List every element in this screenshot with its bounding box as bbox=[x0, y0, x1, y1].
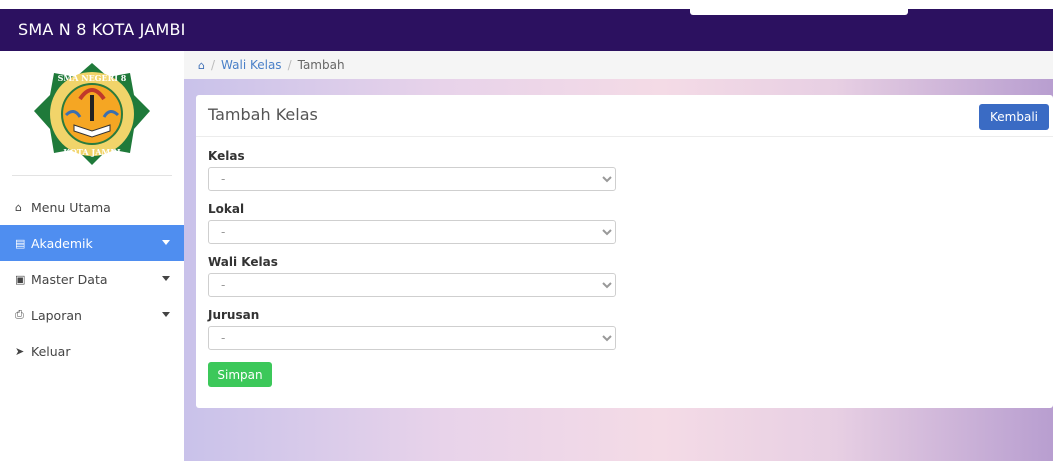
sidebar-menu: ⌂ Menu Utama ▤ Akademik ▣ Master Data ⎙ … bbox=[0, 189, 184, 369]
breadcrumb-separator: / bbox=[210, 58, 216, 72]
form-card: Tambah Kelas Kembali Kelas - Lokal - Wal… bbox=[196, 95, 1053, 408]
logo-bottom-text: KOTA JAMBI bbox=[63, 147, 121, 157]
breadcrumb-link-wali-kelas[interactable]: Wali Kelas bbox=[221, 58, 282, 72]
back-button[interactable]: Kembali bbox=[979, 104, 1049, 130]
wali-kelas-select[interactable]: - bbox=[208, 273, 616, 297]
sidebar-divider bbox=[12, 175, 172, 176]
lokal-label: Lokal bbox=[208, 202, 245, 216]
logo-top-text: SMA NEGERI 8 bbox=[58, 73, 127, 83]
add-class-form: Kelas - Lokal - Wali Kelas - Jurusan - bbox=[208, 149, 616, 361]
sidebar-item-label: Akademik bbox=[31, 235, 93, 251]
school-logo: SMA NEGERI 8 KOTA JAMBI bbox=[0, 51, 184, 175]
app-title[interactable]: SMA N 8 KOTA JAMBI bbox=[18, 9, 186, 51]
breadcrumb-home-icon[interactable]: ⌂ bbox=[198, 59, 205, 72]
kelas-label: Kelas bbox=[208, 149, 245, 163]
sidebar-item-master-data[interactable]: ▣ Master Data bbox=[0, 261, 184, 297]
sign-out-icon: ➤ bbox=[15, 344, 25, 358]
sidebar-item-laporan[interactable]: ⎙ Laporan bbox=[0, 297, 184, 333]
breadcrumb: ⌂ / Wali Kelas / Tambah bbox=[184, 51, 1053, 79]
wali-kelas-label: Wali Kelas bbox=[208, 255, 278, 269]
top-search-box[interactable] bbox=[690, 5, 908, 15]
printer-icon: ⎙ bbox=[15, 308, 24, 321]
kelas-select[interactable]: - bbox=[208, 167, 616, 191]
bank-icon: ▤ bbox=[15, 236, 26, 250]
lokal-select[interactable]: - bbox=[208, 220, 616, 244]
sidebar-item-menu-utama[interactable]: ⌂ Menu Utama bbox=[0, 189, 184, 225]
sidebar-item-label: Menu Utama bbox=[31, 199, 111, 215]
sidebar-item-label: Laporan bbox=[31, 307, 82, 323]
breadcrumb-current: Tambah bbox=[297, 58, 345, 72]
sidebar-item-label: Keluar bbox=[31, 343, 71, 359]
sidebar-item-label: Master Data bbox=[31, 271, 108, 287]
sidebar-item-akademik[interactable]: ▤ Akademik bbox=[0, 225, 184, 261]
sidebar-item-keluar[interactable]: ➤ Keluar bbox=[0, 333, 184, 369]
page-title: Tambah Kelas bbox=[208, 105, 318, 124]
caret-down-icon bbox=[162, 240, 170, 245]
home-icon: ⌂ bbox=[15, 200, 22, 214]
save-button[interactable]: Simpan bbox=[208, 362, 272, 387]
jurusan-select[interactable]: - bbox=[208, 326, 616, 350]
breadcrumb-separator: / bbox=[287, 58, 292, 72]
school-logo-emblem-icon: SMA NEGERI 8 KOTA JAMBI bbox=[34, 63, 150, 165]
jurusan-label: Jurusan bbox=[208, 308, 260, 322]
caret-down-icon bbox=[162, 312, 170, 317]
sidebar: SMA NEGERI 8 KOTA JAMBI ⌂ Menu Utama ▤ A… bbox=[0, 51, 184, 461]
top-navbar: SMA N 8 KOTA JAMBI bbox=[0, 5, 1053, 51]
main-content: ⌂ / Wali Kelas / Tambah Tambah Kelas Kem… bbox=[184, 51, 1053, 461]
card-header: Tambah Kelas Kembali bbox=[196, 95, 1053, 137]
caret-down-icon bbox=[162, 276, 170, 281]
database-icon: ▣ bbox=[15, 272, 26, 286]
